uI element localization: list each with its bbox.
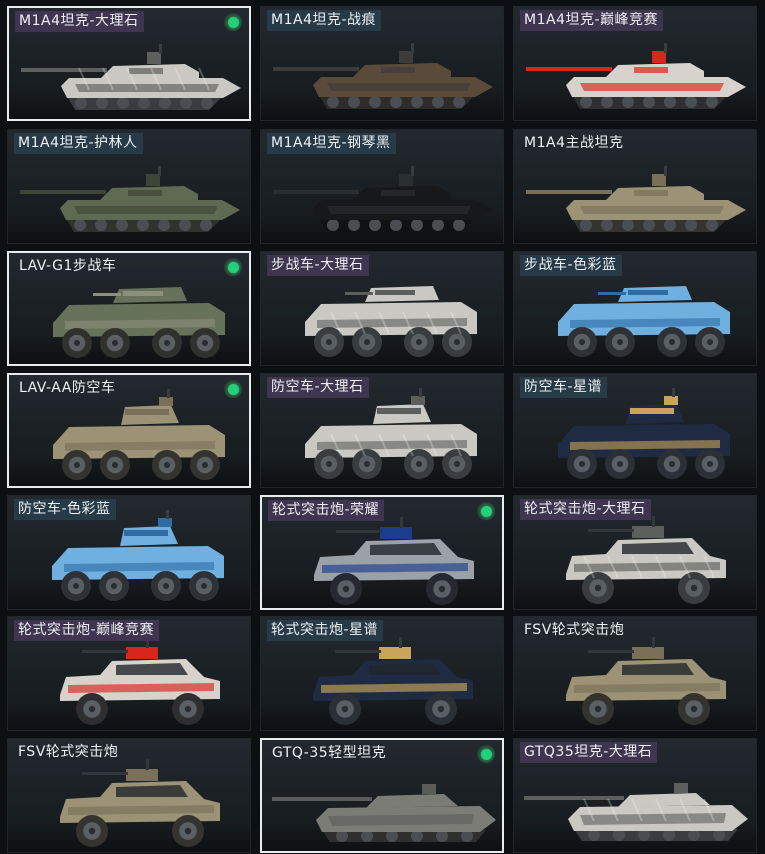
skin-card[interactable]: M1A4坦克-战痕 xyxy=(260,6,504,121)
skin-name-label: M1A4坦克-战痕 xyxy=(267,10,382,31)
equipped-indicator-icon xyxy=(224,380,242,398)
aa-vehicle-image xyxy=(52,510,224,601)
skin-name-label: GTQ-35轻型坦克 xyxy=(272,745,387,761)
skin-name-label: 轮式突击炮-星谱 xyxy=(267,620,384,641)
tank-vehicle-image xyxy=(273,166,493,232)
skin-name-label: LAV-G1步战车 xyxy=(19,258,117,274)
skin-name-label: 防空车-大理石 xyxy=(267,377,369,398)
skin-name-label: 轮式突击炮-荣耀 xyxy=(268,500,385,521)
skin-card[interactable]: 轮式突击炮-星谱 xyxy=(260,616,504,731)
skin-name-label: 轮式突击炮-大理石 xyxy=(520,499,651,520)
green-dot-icon xyxy=(227,383,239,395)
skin-name-label: M1A4坦克-护林人 xyxy=(14,133,143,154)
tank-vehicle-image xyxy=(526,43,746,109)
skin-name-label: M1A4坦克-巅峰竞赛 xyxy=(520,10,664,31)
skin-card[interactable]: 步战车-色彩蓝 xyxy=(513,251,757,366)
skin-card[interactable]: M1A4主战坦克 xyxy=(513,129,757,244)
skin-name-label: M1A4坦克-钢琴黑 xyxy=(267,133,396,154)
skin-name-label: 轮式突击炮-巅峰竞赛 xyxy=(14,620,160,641)
green-dot-icon xyxy=(480,505,492,517)
skin-name-label: GTQ35坦克-大理石 xyxy=(520,742,658,763)
tank-vehicle-image xyxy=(273,43,493,109)
skin-card[interactable]: 防空车-色彩蓝 xyxy=(7,495,251,610)
ifv-vehicle-image xyxy=(558,286,730,357)
skin-card[interactable]: M1A4坦克-大理石 xyxy=(7,6,251,121)
skin-name-label: FSV轮式突击炮 xyxy=(18,744,119,760)
equipped-indicator-icon xyxy=(224,258,242,276)
skin-card[interactable]: 轮式突击炮-巅峰竞赛 xyxy=(7,616,251,731)
skin-card[interactable]: 轮式突击炮-荣耀 xyxy=(260,495,504,610)
green-dot-icon xyxy=(227,16,239,28)
equipped-indicator-icon xyxy=(477,502,495,520)
green-dot-icon xyxy=(480,748,492,760)
assault-vehicle-image xyxy=(566,516,726,604)
skin-card[interactable]: 防空车-大理石 xyxy=(260,373,504,488)
tank-vehicle-image xyxy=(20,166,240,232)
skin-card[interactable]: 轮式突击炮-大理石 xyxy=(513,495,757,610)
ifv-vehicle-image xyxy=(305,286,477,357)
skin-card[interactable]: FSV轮式突击炮 xyxy=(513,616,757,731)
assault-vehicle-image xyxy=(60,637,220,725)
ifv-vehicle-image xyxy=(53,287,225,358)
skin-name-label: FSV轮式突击炮 xyxy=(524,622,625,638)
light-vehicle-image xyxy=(272,784,496,842)
skin-card[interactable]: GTQ35坦克-大理石 xyxy=(513,738,757,853)
tank-vehicle-image xyxy=(526,166,746,232)
assault-vehicle-image xyxy=(60,759,220,847)
skin-name-label: LAV-AA防空车 xyxy=(19,380,116,396)
skin-name-label: 步战车-色彩蓝 xyxy=(520,255,622,276)
equipped-indicator-icon xyxy=(477,745,495,763)
skin-grid: M1A4坦克-大理石 M1A4坦克-战痕 M1A4坦克-巅峰竞赛 M1A4坦克-护林人… xyxy=(0,0,765,854)
aa-vehicle-image xyxy=(558,388,730,479)
skin-card[interactable]: 防空车-星谱 xyxy=(513,373,757,488)
assault-vehicle-image xyxy=(313,637,473,725)
skin-name-label: 防空车-星谱 xyxy=(520,377,608,398)
skin-card[interactable]: M1A4坦克-护林人 xyxy=(7,129,251,244)
aa-vehicle-image xyxy=(53,389,225,480)
tank-vehicle-image xyxy=(21,44,241,110)
skin-name-label: 步战车-大理石 xyxy=(267,255,369,276)
skin-card[interactable]: LAV-G1步战车 xyxy=(7,251,251,366)
assault-vehicle-image xyxy=(314,517,474,605)
skin-card[interactable]: GTQ-35轻型坦克 xyxy=(260,738,504,853)
skin-name-label: M1A4主战坦克 xyxy=(524,135,624,151)
aa-vehicle-image xyxy=(305,388,477,479)
skin-card[interactable]: FSV轮式突击炮 xyxy=(7,738,251,853)
equipped-indicator-icon xyxy=(224,13,242,31)
skin-card[interactable]: M1A4坦克-钢琴黑 xyxy=(260,129,504,244)
skin-card[interactable]: M1A4坦克-巅峰竞赛 xyxy=(513,6,757,121)
green-dot-icon xyxy=(227,261,239,273)
skin-name-label: M1A4坦克-大理石 xyxy=(15,11,144,32)
skin-card[interactable]: LAV-AA防空车 xyxy=(7,373,251,488)
assault-vehicle-image xyxy=(566,637,726,725)
skin-card[interactable]: 步战车-大理石 xyxy=(260,251,504,366)
skin-name-label: 防空车-色彩蓝 xyxy=(14,499,116,520)
light-vehicle-image xyxy=(524,783,748,841)
